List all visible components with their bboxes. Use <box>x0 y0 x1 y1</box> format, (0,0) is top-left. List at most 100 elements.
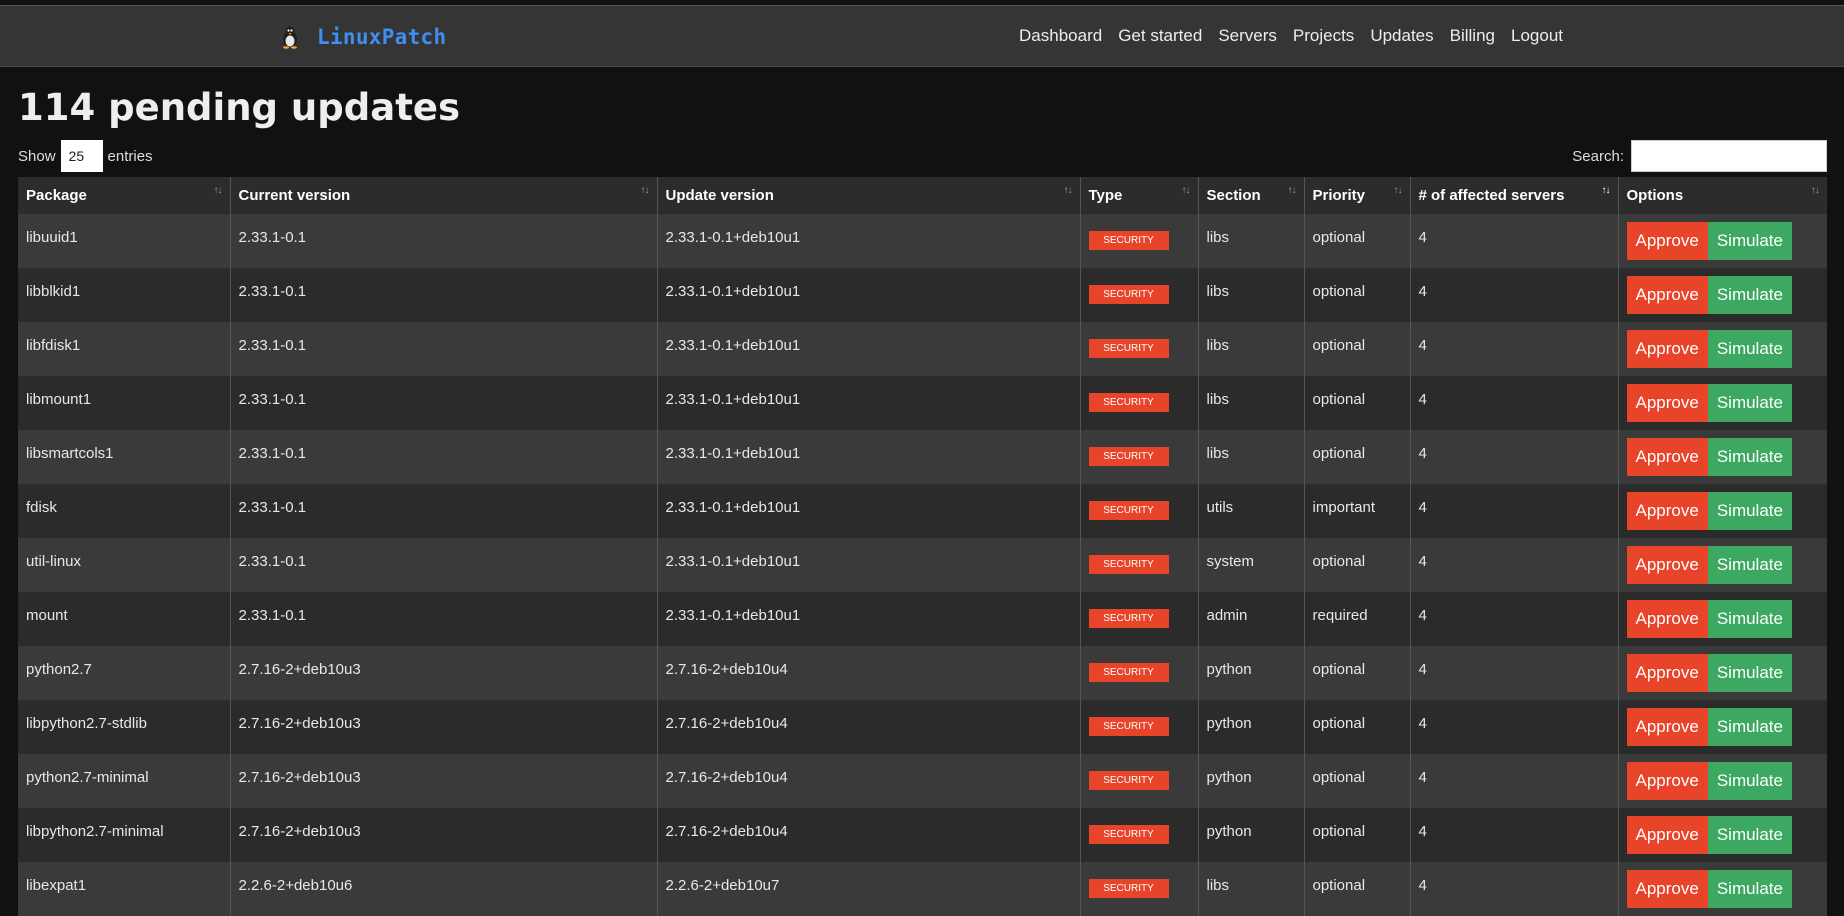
table-row: libsmartcols1 2.33.1-0.1 2.33.1-0.1+deb10u… <box>18 430 1827 484</box>
table-row: fdisk 2.33.1-0.1 2.33.1-0.1+deb10u1 SECURIT… <box>18 484 1827 538</box>
security-badge: SECURITY <box>1088 501 1169 520</box>
simulate-button[interactable]: Simulate <box>1707 222 1792 260</box>
security-badge: SECURITY <box>1088 879 1169 898</box>
cell-priority: optional <box>1304 214 1411 268</box>
nav-updates[interactable]: Updates <box>1370 26 1433 46</box>
cell-options: Approve Simulate <box>1618 430 1827 484</box>
approve-button[interactable]: Approve <box>1626 222 1708 260</box>
cell-priority: optional <box>1304 376 1411 430</box>
cell-affected-servers: 4 <box>1410 322 1619 376</box>
simulate-button[interactable]: Simulate <box>1707 600 1792 638</box>
nav-get-started[interactable]: Get started <box>1118 26 1202 46</box>
cell-affected-servers: 4 <box>1410 754 1619 808</box>
top-navbar: LinuxPatch Dashboard Get started Servers… <box>0 5 1844 67</box>
approve-button[interactable]: Approve <box>1626 762 1708 800</box>
cell-type: SECURITY <box>1080 862 1199 916</box>
entries-length-control: Show 25 entries <box>18 140 153 172</box>
approve-button[interactable]: Approve <box>1626 492 1708 530</box>
search-input[interactable] <box>1631 140 1827 172</box>
security-badge: SECURITY <box>1088 663 1169 682</box>
cell-current-version: 2.33.1-0.1 <box>230 376 658 430</box>
cell-update-version: 2.33.1-0.1+deb10u1 <box>657 592 1081 646</box>
cell-update-version: 2.33.1-0.1+deb10u1 <box>657 484 1081 538</box>
simulate-button[interactable]: Simulate <box>1707 438 1792 476</box>
entries-select[interactable]: 25 <box>60 140 103 172</box>
approve-button[interactable]: Approve <box>1626 438 1708 476</box>
cell-section: libs <box>1198 862 1305 916</box>
table-row: libuuid1 2.33.1-0.1 2.33.1-0.1+deb10u1 SECU… <box>18 214 1827 268</box>
cell-section: python <box>1198 808 1305 862</box>
cell-priority: optional <box>1304 700 1411 754</box>
cell-options: Approve Simulate <box>1618 646 1827 700</box>
simulate-button[interactable]: Simulate <box>1707 816 1792 854</box>
cell-section: libs <box>1198 430 1305 484</box>
simulate-button[interactable]: Simulate <box>1707 870 1792 908</box>
simulate-button[interactable]: Simulate <box>1707 330 1792 368</box>
nav-projects[interactable]: Projects <box>1293 26 1354 46</box>
col-header-type[interactable]: Type ↑↓ <box>1080 177 1199 214</box>
cell-options: Approve Simulate <box>1618 484 1827 538</box>
cell-options: Approve Simulate <box>1618 592 1827 646</box>
table-search: Search: <box>1572 140 1827 172</box>
approve-button[interactable]: Approve <box>1626 384 1708 422</box>
cell-options: Approve Simulate <box>1618 214 1827 268</box>
cell-current-version: 2.33.1-0.1 <box>230 484 658 538</box>
nav-logout[interactable]: Logout <box>1511 26 1563 46</box>
security-badge: SECURITY <box>1088 825 1169 844</box>
cell-package: python2.7-minimal <box>18 754 231 808</box>
nav-billing[interactable]: Billing <box>1450 26 1495 46</box>
simulate-button[interactable]: Simulate <box>1707 492 1792 530</box>
col-header-priority[interactable]: Priority ↑↓ <box>1304 177 1411 214</box>
cell-current-version: 2.33.1-0.1 <box>230 430 658 484</box>
approve-button[interactable]: Approve <box>1626 870 1708 908</box>
col-header-package[interactable]: Package ↑↓ <box>18 177 231 214</box>
cell-package: libfdisk1 <box>18 322 231 376</box>
approve-button[interactable]: Approve <box>1626 654 1708 692</box>
security-badge: SECURITY <box>1088 447 1169 466</box>
nav-servers[interactable]: Servers <box>1218 26 1277 46</box>
approve-button[interactable]: Approve <box>1626 600 1708 638</box>
cell-package: python2.7 <box>18 646 231 700</box>
table-row: util-linux 2.33.1-0.1 2.33.1-0.1+deb10u1 SE… <box>18 538 1827 592</box>
simulate-button[interactable]: Simulate <box>1707 276 1792 314</box>
col-header-current-version[interactable]: Current version ↑↓ <box>230 177 658 214</box>
simulate-button[interactable]: Simulate <box>1707 708 1792 746</box>
approve-button[interactable]: Approve <box>1626 816 1708 854</box>
cell-priority: optional <box>1304 322 1411 376</box>
cell-priority: important <box>1304 484 1411 538</box>
nav-dashboard[interactable]: Dashboard <box>1019 26 1102 46</box>
brand[interactable]: LinuxPatch <box>279 25 446 49</box>
cell-affected-servers: 4 <box>1410 484 1619 538</box>
sort-icon: ↑↓ <box>1393 185 1403 196</box>
sort-icon: ↑↓ <box>1287 185 1297 196</box>
approve-button[interactable]: Approve <box>1626 330 1708 368</box>
table-row: mount 2.33.1-0.1 2.33.1-0.1+deb10u1 SECURIT… <box>18 592 1827 646</box>
table-row: python2.7-minimal 2.7.16-2+deb10u3 2.7.16-… <box>18 754 1827 808</box>
simulate-button[interactable]: Simulate <box>1707 762 1792 800</box>
cell-affected-servers: 4 <box>1410 646 1619 700</box>
cell-current-version: 2.2.6-2+deb10u6 <box>230 862 658 916</box>
approve-button[interactable]: Approve <box>1626 546 1708 584</box>
cell-section: admin <box>1198 592 1305 646</box>
approve-button[interactable]: Approve <box>1626 708 1708 746</box>
approve-button[interactable]: Approve <box>1626 276 1708 314</box>
cell-section: libs <box>1198 268 1305 322</box>
col-header-affected-servers[interactable]: # of affected servers ↑↓ <box>1410 177 1619 214</box>
cell-affected-servers: 4 <box>1410 430 1619 484</box>
simulate-button[interactable]: Simulate <box>1707 654 1792 692</box>
simulate-button[interactable]: Simulate <box>1707 384 1792 422</box>
security-badge: SECURITY <box>1088 771 1169 790</box>
cell-package: libpython2.7-stdlib <box>18 700 231 754</box>
cell-priority: optional <box>1304 430 1411 484</box>
cell-affected-servers: 4 <box>1410 214 1619 268</box>
col-header-section[interactable]: Section ↑↓ <box>1198 177 1305 214</box>
cell-type: SECURITY <box>1080 700 1199 754</box>
cell-affected-servers: 4 <box>1410 808 1619 862</box>
cell-package: util-linux <box>18 538 231 592</box>
simulate-button[interactable]: Simulate <box>1707 546 1792 584</box>
cell-affected-servers: 4 <box>1410 268 1619 322</box>
cell-current-version: 2.33.1-0.1 <box>230 538 658 592</box>
sort-icon: ↑↓ <box>1181 185 1191 196</box>
col-header-update-version[interactable]: Update version ↑↓ <box>657 177 1081 214</box>
col-header-options[interactable]: Options ↑↓ <box>1618 177 1827 214</box>
